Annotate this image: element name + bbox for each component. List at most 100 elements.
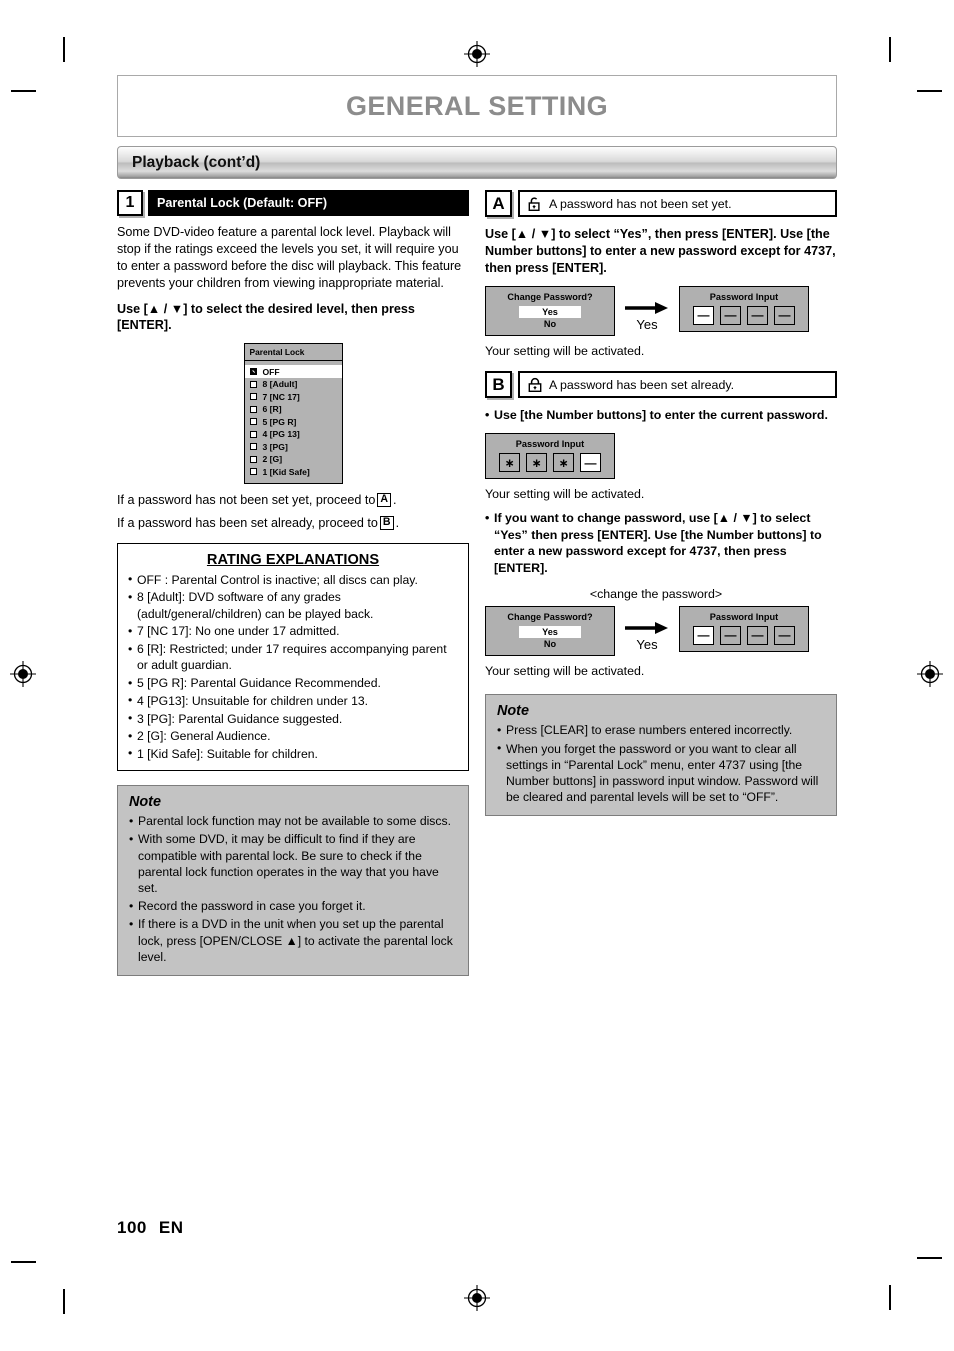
- osd-item-4-pg13[interactable]: 4 [PG 13]: [245, 428, 342, 441]
- password-slot[interactable]: —: [774, 305, 795, 325]
- password-slot[interactable]: —: [774, 625, 795, 645]
- checkbox-icon[interactable]: [249, 380, 257, 388]
- rating-explanations-list: OFF : Parental Control is inactive; all …: [128, 571, 458, 762]
- parental-lock-osd-wrapper: Parental Lock OFF 8 [Adult] 7 [NC 17] 6 …: [117, 343, 469, 484]
- left-note-box: Note Parental lock function may not be a…: [117, 785, 469, 977]
- section-b-change-diagram: Change Password? Yes No Yes Password Inp…: [485, 605, 837, 657]
- osd-item-label: 6 [R]: [262, 404, 282, 414]
- level-instruction: Use [▲ / ▼] to select the desired level,…: [117, 301, 415, 333]
- arrow-right-icon: [625, 620, 669, 636]
- password-slot[interactable]: ∗: [553, 453, 574, 473]
- chapter-title-box: GENERAL SETTING: [117, 75, 837, 137]
- proceed-a-period: .: [393, 492, 397, 507]
- checkbox-checked-icon[interactable]: [249, 368, 257, 375]
- section-b-instruction-2: If you want to change password, use [▲ /…: [485, 510, 837, 576]
- note-title: Note: [497, 703, 529, 720]
- registration-mark-right: [917, 661, 943, 687]
- checkbox-icon[interactable]: [249, 393, 257, 400]
- column-gutter: [469, 190, 485, 976]
- page-number: 100: [117, 1218, 147, 1237]
- crop-mark-bottom-right-vertical: [889, 1285, 891, 1310]
- dialog-option-yes[interactable]: Yes: [519, 305, 581, 319]
- osd-item-6-r[interactable]: 6 [R]: [245, 403, 342, 416]
- osd-item-5-pgr[interactable]: 5 [PG R]: [245, 415, 342, 428]
- osd-item-label: 1 [Kid Safe]: [262, 466, 310, 477]
- section-b-header: B A password has been set already.: [485, 371, 837, 399]
- list-item: 6 [R]: Restricted; under 17 requires acc…: [128, 641, 458, 673]
- list-item: If there is a DVD in the unit when you s…: [129, 916, 457, 965]
- crop-mark-top-right-horizontal: [917, 90, 942, 92]
- crop-mark-top-right-vertical: [889, 37, 891, 62]
- osd-item-off[interactable]: OFF: [244, 365, 342, 378]
- dialog-option-no[interactable]: No: [486, 318, 614, 330]
- rating-explanations-title: RATING EXPLANATIONS: [206, 551, 380, 568]
- list-item: 1 [Kid Safe]: Suitable for children.: [128, 745, 458, 762]
- password-slot[interactable]: —: [720, 625, 741, 645]
- section-b-letter-badge: B: [485, 371, 512, 399]
- list-item: With some DVD, it may be difficult to fi…: [129, 831, 457, 896]
- right-column: A A password has not been set yet. Use […: [485, 190, 837, 976]
- list-item: 4 [PG13]: Unsuitable for children under …: [128, 692, 458, 709]
- crop-mark-bottom-left-vertical: [63, 1289, 65, 1314]
- password-slot[interactable]: —: [747, 625, 768, 645]
- crop-mark-top-left-horizontal: [11, 90, 36, 92]
- password-slot[interactable]: —: [580, 453, 601, 473]
- password-input-title: Password Input: [515, 439, 585, 450]
- checkbox-icon[interactable]: [249, 468, 257, 475]
- password-slot[interactable]: —: [693, 625, 714, 645]
- two-column-layout: 1 Parental Lock (Default: OFF) Some DVD-…: [117, 190, 837, 977]
- osd-item-8-adult[interactable]: 8 [Adult]: [245, 378, 342, 391]
- osd-item-label: 2 [G]: [262, 454, 283, 464]
- page-content: GENERAL SETTING Playback (cont’d) 1 Pare…: [117, 75, 837, 977]
- section-b-headline: A password has been set already.: [549, 377, 735, 392]
- checkbox-icon[interactable]: [249, 418, 257, 425]
- list-item: Press [CLEAR] to erase numbers entered i…: [497, 722, 825, 738]
- osd-item-label: 8 [Adult]: [262, 379, 298, 389]
- flow-arrow-group: Yes: [615, 286, 679, 332]
- osd-item-7-nc17[interactable]: 7 [NC 17]: [245, 390, 342, 403]
- list-item: 7 [NC 17]: No one under 17 admitted.: [128, 623, 458, 639]
- arrow-label: Yes: [636, 316, 658, 332]
- checkbox-icon[interactable]: [249, 430, 257, 438]
- password-slot[interactable]: ∗: [499, 453, 520, 473]
- password-input-window-b1: Password Input ∗ ∗ ∗ —: [485, 433, 615, 480]
- list-item: 3 [PG]: Parental Guidance suggested.: [128, 710, 458, 727]
- section-a-diagram: Change Password? Yes No Yes Password Inp…: [485, 285, 837, 337]
- section-title-bar: Playback (cont’d): [117, 146, 837, 179]
- password-slot[interactable]: —: [693, 305, 714, 325]
- proceed-b-period: .: [395, 515, 400, 530]
- crop-mark-top-left-vertical: [63, 37, 65, 62]
- password-slot[interactable]: —: [720, 305, 741, 325]
- password-input-window-a: Password Input — — — —: [679, 285, 809, 332]
- password-slot-group: — — — —: [680, 625, 808, 645]
- password-slot[interactable]: —: [747, 305, 768, 325]
- password-slot-group: — — — —: [680, 305, 808, 325]
- registration-mark-top: [464, 41, 490, 67]
- change-password-dialog: Change Password? Yes No: [485, 605, 615, 657]
- osd-item-2-g[interactable]: 2 [G]: [245, 453, 342, 466]
- right-note-list: Press [CLEAR] to erase numbers entered i…: [497, 722, 825, 805]
- list-item: When you forget the password or you want…: [497, 740, 825, 806]
- right-note-box: Note Press [CLEAR] to erase numbers ente…: [485, 694, 837, 817]
- osd-item-1-kid-safe[interactable]: 1 [Kid Safe]: [245, 465, 342, 478]
- note-title: Note: [129, 794, 161, 811]
- list-item: 8 [Adult]: DVD software of any grades (a…: [128, 589, 458, 621]
- section-a-header: A A password has not been set yet.: [485, 190, 837, 217]
- list-item: 2 [G]: General Audience.: [128, 728, 458, 744]
- dialog-option-no[interactable]: No: [486, 638, 614, 650]
- checkbox-icon[interactable]: [249, 443, 257, 450]
- osd-item-label: 7 [NC 17]: [262, 391, 300, 402]
- checkbox-icon[interactable]: [249, 455, 257, 463]
- checkbox-icon[interactable]: [249, 405, 257, 413]
- section-a-headline-bar: A password has not been set yet.: [518, 190, 837, 217]
- osd-item-list: OFF 8 [Adult] 7 [NC 17] 6 [R] 5 [PG R] 4…: [244, 361, 342, 483]
- section-b-headline-bar: A password has been set already.: [518, 371, 837, 399]
- dialog-option-yes[interactable]: Yes: [519, 625, 581, 638]
- osd-title: Parental Lock: [244, 344, 342, 362]
- osd-item-3-pg[interactable]: 3 [PG]: [245, 440, 342, 453]
- password-slot[interactable]: ∗: [526, 453, 547, 473]
- section-title: Playback (cont’d): [132, 153, 261, 171]
- osd-item-label: 5 [PG R]: [262, 416, 297, 427]
- arrow-label: Yes: [636, 636, 658, 652]
- osd-item-label: 4 [PG 13]: [262, 429, 300, 439]
